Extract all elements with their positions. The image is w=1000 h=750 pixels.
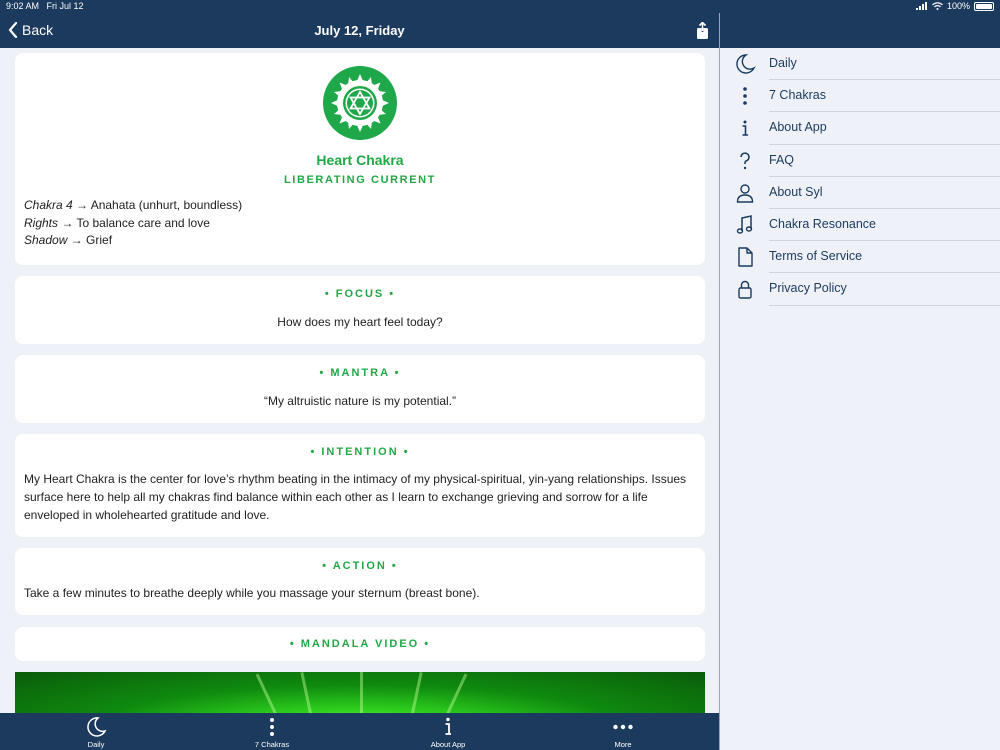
status-indicators: 100% [915, 1, 994, 11]
attribute-term: Shadow [24, 233, 68, 247]
intention-card: • INTENTION • My Heart Chakra is the cen… [15, 434, 705, 537]
detail-pane: Back July 12, Friday Heart Chakra LIBERA… [0, 0, 719, 750]
side-menu: Daily 7 Chakras About App FAQ About Syl … [720, 48, 1000, 306]
question-icon [740, 151, 750, 169]
battery-percent: 100% [946, 1, 970, 11]
tab-bar: Daily 7 Chakras About App More [0, 713, 719, 750]
rights-line: Rights → To balance care and love [24, 215, 242, 233]
music-note-icon [736, 215, 753, 234]
battery-icon [974, 1, 994, 11]
status-bar: 9:02 AM Fri Jul 12 100% [0, 0, 1000, 13]
chakra-subtitle: LIBERATING CURRENT [283, 174, 437, 186]
menu-item-terms-of-service[interactable]: Terms of Service [720, 241, 1000, 274]
mantra-heading: • MANTRA • [319, 367, 401, 379]
menu-item-faq[interactable]: FAQ [720, 145, 1000, 177]
focus-card: • FOCUS • How does my heart feel today? [15, 276, 705, 344]
video-frame-ray [255, 673, 278, 713]
video-frame-ray [300, 672, 313, 713]
shadow-line: Shadow → Grief [24, 232, 242, 250]
nav-bar: Back July 12, Friday [0, 13, 719, 48]
chakra-name: Heart Chakra [316, 152, 404, 168]
chakra-attributes: Chakra 4 → Anahata (unhurt, boundless) R… [24, 197, 242, 250]
attribute-value: → Anahata (unhurt, boundless) [72, 198, 243, 212]
battery-level [976, 3, 992, 9]
mandala-video-player[interactable] [15, 672, 705, 713]
attribute-term: Rights [24, 215, 59, 230]
attribute-value: → Grief [67, 233, 113, 247]
chakra-number-line: Chakra 4 → Anahata (unhurt, boundless) [24, 197, 242, 215]
menu-separator [769, 304, 1000, 306]
person-icon [736, 184, 754, 203]
info-icon [445, 717, 451, 735]
mantra-card: • MANTRA • “My altruistic nature is my p… [15, 355, 705, 423]
menu-item-label: About Syl [769, 184, 823, 199]
focus-text: How does my heart feel today? [277, 315, 443, 329]
wifi-icon [932, 2, 943, 10]
mandala-video-heading: • MANDALA VIDEO • [289, 638, 431, 650]
status-time: 9:02 AM Fri Jul 12 [6, 1, 84, 11]
menu-item-label: FAQ [769, 152, 795, 167]
attribute-value: → To balance care and love [58, 215, 210, 230]
menu-item-label: Daily [769, 56, 797, 70]
menu-item-label: 7 Chakras [769, 88, 826, 103]
mandala-video-card: • MANDALA VIDEO • [15, 627, 705, 661]
menu-item-7-chakras[interactable]: 7 Chakras [720, 80, 1000, 113]
menu-header [720, 13, 1000, 48]
tab-daily[interactable]: Daily [36, 716, 156, 749]
menu-item-about-syl[interactable]: About Syl [720, 177, 1000, 209]
menu-item-chakra-resonance[interactable]: Chakra Resonance [720, 209, 1000, 242]
menu-item-label: Chakra Resonance [769, 216, 877, 231]
mantra-text: “My altruistic nature is my potential.” [263, 394, 457, 408]
tab-7-chakras[interactable]: 7 Chakras [212, 716, 332, 749]
action-card: • ACTION • Take a few minutes to breathe… [15, 548, 705, 615]
moon-icon [736, 54, 756, 74]
cellular-signal-icon [915, 2, 927, 10]
vertical-dots-icon [743, 87, 747, 105]
video-frame-ray [410, 672, 423, 713]
vertical-dots-icon [270, 718, 274, 736]
attribute-term: Chakra 4 [24, 198, 73, 212]
video-frame-ray [360, 672, 363, 713]
action-heading: • ACTION • [322, 560, 398, 572]
tab-label: More [614, 740, 632, 749]
menu-item-label: About App [769, 120, 827, 135]
action-text: Take a few minutes to breathe deeply whi… [24, 586, 480, 600]
menu-item-privacy-policy[interactable]: Privacy Policy [720, 273, 1000, 306]
moon-icon [87, 717, 107, 737]
menu-item-label: Privacy Policy [769, 281, 847, 296]
heart-chakra-symbol-icon [323, 66, 397, 140]
info-icon [742, 120, 748, 137]
menu-item-daily[interactable]: Daily [720, 48, 1000, 81]
status-date: Fri Jul 12 [46, 1, 84, 11]
chakra-card: Heart Chakra LIBERATING CURRENT Chakra 4… [15, 53, 705, 265]
video-frame-ray [445, 673, 468, 713]
menu-pane: Daily 7 Chakras About App FAQ About Syl … [720, 0, 1000, 750]
intention-heading: • INTENTION • [310, 446, 410, 458]
menu-item-label: Terms of Service [769, 249, 863, 264]
tab-label: 7 Chakras [254, 740, 290, 749]
page-title: July 12, Friday [314, 23, 405, 38]
menu-item-about-app[interactable]: About App [720, 112, 1000, 145]
more-dots-icon [613, 724, 633, 730]
status-clock: 9:02 AM [6, 1, 40, 11]
content-scroll[interactable]: Heart Chakra LIBERATING CURRENT Chakra 4… [0, 48, 719, 713]
document-icon [738, 247, 753, 267]
tab-label: About App [430, 740, 466, 749]
tab-more[interactable]: More [563, 716, 683, 749]
intention-text: My Heart Chakra is the center for love’s… [24, 472, 687, 522]
share-icon [697, 21, 708, 39]
tab-label: Daily [87, 740, 105, 749]
tab-about-app[interactable]: About App [388, 716, 508, 749]
focus-heading: • FOCUS • [324, 288, 396, 300]
share-button[interactable] [696, 21, 709, 45]
lock-icon [738, 281, 752, 300]
